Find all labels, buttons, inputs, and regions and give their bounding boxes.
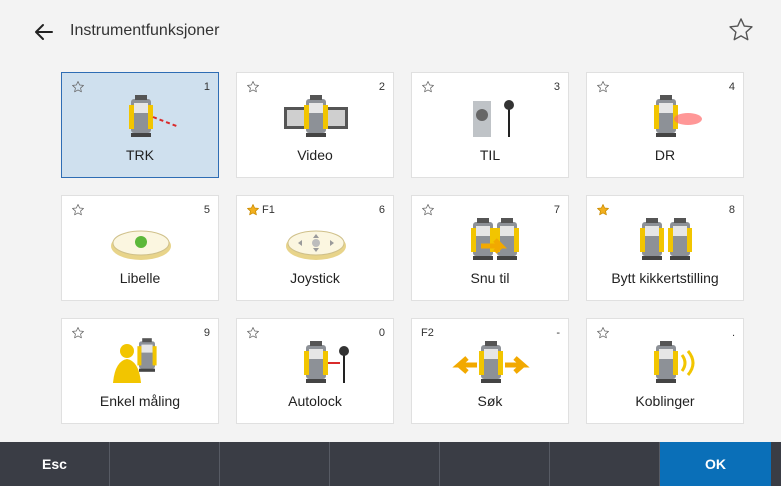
shortcut-number: 8 [728,204,735,216]
star-outline-icon[interactable] [421,80,435,94]
star-outline-icon[interactable] [596,326,610,340]
instrument-video-icon [284,95,348,137]
turn-to-icon [471,218,519,260]
person-measure-icon [113,338,157,383]
function-tile-autolock[interactable]: 0 Autolock [236,318,394,424]
ok-button[interactable]: OK [660,442,771,486]
instrument-laser-red-icon [654,95,702,137]
function-tile-snu-til[interactable]: 7 Snu til [411,195,569,301]
tile-label: Libelle [119,270,161,286]
search-arrows-icon [452,341,530,383]
function-tile-trk[interactable]: 1 TRK [61,72,219,178]
shortcut-number: 2 [378,81,385,93]
level-bubble-icon [111,230,171,260]
shortcut-number: 7 [553,204,560,216]
shortcut-number: 9 [203,327,210,339]
function-tile-søk[interactable]: F2 - Søk [411,318,569,424]
star-filled-icon[interactable] [596,203,610,217]
function-tile-libelle[interactable]: 5 Libelle [61,195,219,301]
function-tile-dr[interactable]: 4 DR [586,72,744,178]
target-pole-icon [473,100,514,137]
tile-label: Joystick [290,270,340,286]
tile-label: Enkel måling [99,393,181,409]
function-grid: 1 TRK 2 Video 3 TIL 4 DR 5 Libelle F1 6 Joystick 7 Snu… [61,72,744,424]
shortcut-number: 3 [553,81,560,93]
footer-button-6[interactable] [550,442,660,486]
function-key-label: F2 [421,327,434,339]
tile-label: Snu til [470,270,510,286]
function-tile-joystick[interactable]: F1 6 Joystick [236,195,394,301]
function-tile-koblinger[interactable]: . Koblinger [586,318,744,424]
tile-label: Video [297,147,333,163]
function-tile-til[interactable]: 3 TIL [411,72,569,178]
footer-bar: Esc OK [0,442,781,486]
back-arrow-icon[interactable] [30,18,58,46]
joystick-pad-icon [286,230,346,260]
change-face-icon [640,218,692,260]
tile-label: DR [654,147,676,163]
star-outline-icon[interactable] [71,80,85,94]
footer-button-5[interactable] [440,442,550,486]
function-tile-video[interactable]: 2 Video [236,72,394,178]
esc-button[interactable]: Esc [0,442,110,486]
star-outline-icon[interactable] [246,80,260,94]
shortcut-number: 6 [378,204,385,216]
shortcut-number: 1 [203,81,210,93]
star-outline-icon[interactable] [71,326,85,340]
header: Instrumentfunksjoner [0,0,781,62]
shortcut-number: . [731,327,735,339]
autolock-icon [304,341,349,383]
connections-icon [654,341,695,383]
function-key-label: F1 [262,204,275,216]
shortcut-number: 0 [378,327,385,339]
star-outline-icon[interactable] [246,326,260,340]
tile-label: TRK [126,147,154,163]
star-outline-icon[interactable] [421,203,435,217]
tile-label: TIL [479,147,501,163]
footer-button-2[interactable] [110,442,220,486]
tile-label: Bytt kikkertstilling [611,270,719,286]
star-outline-icon[interactable] [71,203,85,217]
favorite-star-icon[interactable] [727,16,755,44]
footer-button-4[interactable] [330,442,440,486]
page-title: Instrumentfunksjoner [70,22,220,39]
shortcut-number: - [556,327,560,339]
function-tile-bytt-kikkertstilling[interactable]: 8 Bytt kikkertstilling [586,195,744,301]
tile-label: Autolock [288,393,342,409]
instrument-laser-dashed-icon [129,95,180,137]
tile-label: Søk [477,393,503,409]
shortcut-number: 4 [728,81,735,93]
footer-button-3[interactable] [220,442,330,486]
shortcut-number: 5 [203,204,210,216]
star-filled-icon[interactable] [246,203,260,217]
function-tile-enkel-måling[interactable]: 9 Enkel måling [61,318,219,424]
star-outline-icon[interactable] [596,80,610,94]
tile-label: Koblinger [635,393,695,409]
